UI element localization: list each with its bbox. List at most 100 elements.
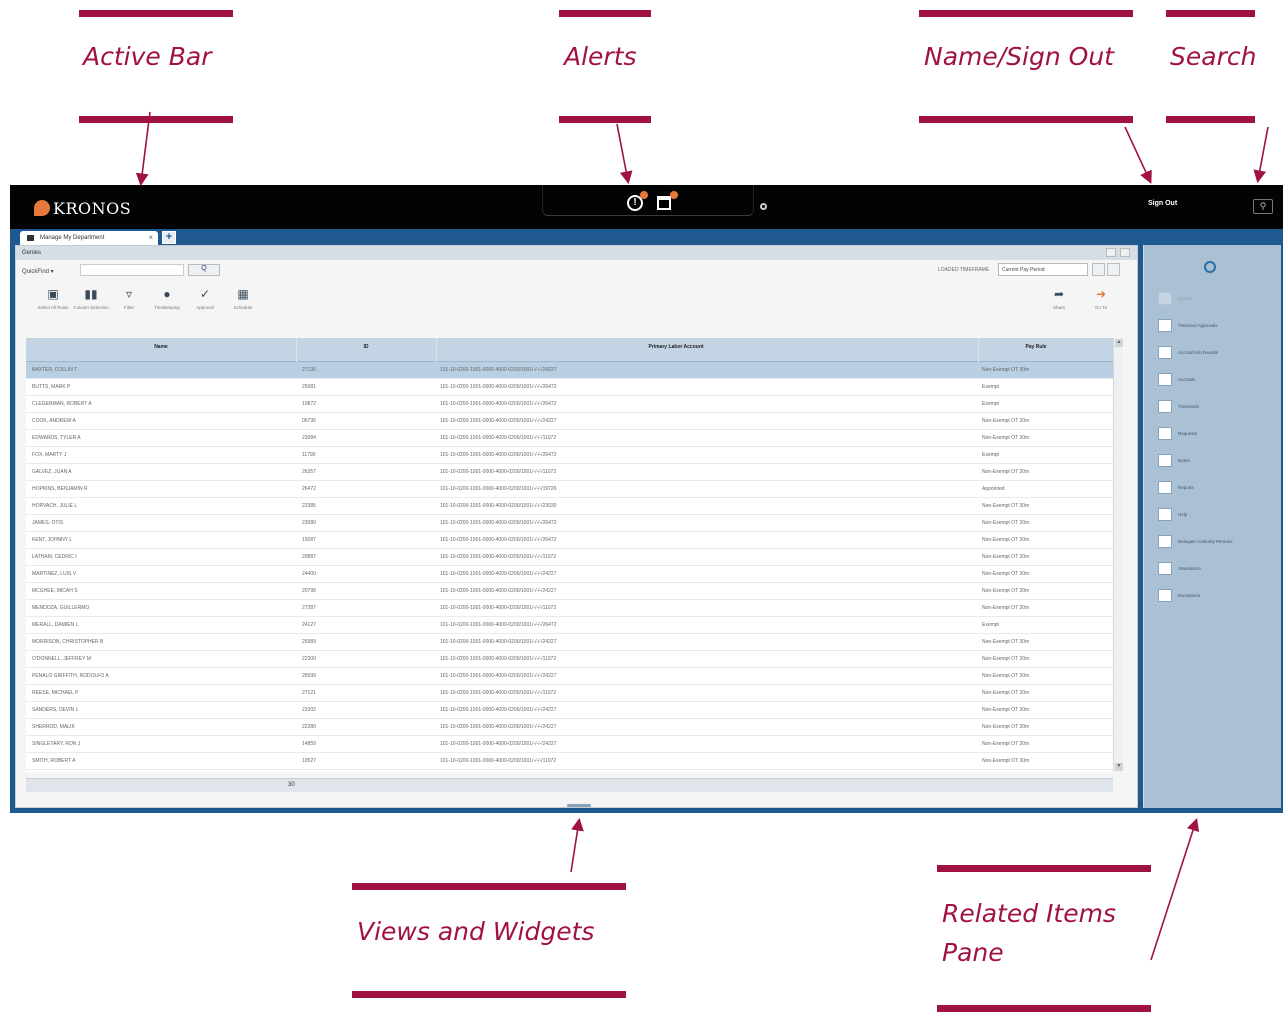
callout-related-items-pane: Pane	[942, 938, 1004, 967]
approval-button[interactable]: ✓ Approval	[186, 288, 224, 328]
table-row[interactable]: BUTTS, MARK P 25081 101-10-0200-1001-0000-…	[26, 379, 1113, 396]
timekeeping-button[interactable]: ● Timekeeping	[148, 288, 186, 328]
table-row[interactable]: MARTINEZ, LUIS V 24400 101-10-0200-1001-00…	[26, 566, 1113, 583]
schedule-button[interactable]: ▦ Schedule	[224, 288, 262, 328]
table-row[interactable]: MORRISON, CHRISTOPHER B 26989 101-10-0200-…	[26, 634, 1113, 651]
cell-id: 26472	[302, 486, 316, 492]
table-row[interactable]: SINGLETARY, RON J 14859 101-10-0200-1001-0…	[26, 736, 1113, 753]
cell-name: REESE, MICHAEL P	[32, 690, 79, 696]
filter-button[interactable]: ▿ Filter	[110, 288, 148, 328]
table-row[interactable]: SHERROD, MALIK 22280 101-10-0200-1001-0000…	[26, 719, 1113, 736]
add-tab-button[interactable]: +	[162, 231, 176, 244]
callout-bar	[1166, 10, 1255, 17]
table-row[interactable]: CLEGERMAN, ROBERT A 10872 101-10-0200-1001…	[26, 396, 1113, 413]
tab-manage-my-department[interactable]: Manage My Department ×	[20, 231, 158, 246]
cell-pay-rule: Non-Exempt OT 30m	[982, 537, 1030, 543]
close-tab-icon[interactable]: ×	[148, 233, 153, 242]
panel-maximize-button[interactable]	[1106, 248, 1116, 257]
table-scrollbar[interactable]: ▲ ▼	[1113, 338, 1123, 772]
column-header-id[interactable]: ID	[296, 338, 436, 362]
arrow-views-widgets	[570, 817, 584, 873]
share-button[interactable]: ➦ Share	[1040, 288, 1078, 328]
cell-name: MARTINEZ, LUIS V	[32, 571, 77, 577]
related-item-label: Genies	[1178, 296, 1193, 301]
panel-close-button[interactable]	[1120, 248, 1130, 257]
cell-id: 25081	[302, 384, 316, 390]
table-row[interactable]: HOPKINS, BENJAMIN R 26472 101-10-0200-1001…	[26, 481, 1113, 498]
timeframe-select[interactable]: Current Pay Period	[998, 263, 1088, 276]
table-row[interactable]: COOK, ANDREW A 06736 101-10-0200-1001-0000…	[26, 413, 1113, 430]
callout-bar	[919, 10, 1133, 17]
tab-strip: Manage My Department × +	[10, 229, 1283, 246]
cell-primary-labor-account: 101-10-0200-1001-0000-4000-0200/1001/-/-…	[440, 588, 557, 594]
cell-name: SANDERS, DEVIN L	[32, 707, 79, 713]
callout-bar	[937, 1005, 1151, 1012]
table-row[interactable]: LATHAM, CEDRIC I 20887 101-10-0200-1001-00…	[26, 549, 1113, 566]
select-all-icon: ▣	[47, 287, 59, 301]
globe-icon	[1204, 261, 1216, 273]
column-header-pay-rule[interactable]: Pay Rule	[976, 338, 1096, 362]
table-row[interactable]: BAXTER, COLLIN T 27135 101-10-0200-1001-00…	[26, 362, 1113, 379]
table-row[interactable]: MCGHEE, MICAH S 20798 101-10-0200-1001-000…	[26, 583, 1113, 600]
arrow-alerts	[616, 123, 633, 185]
timeframe-refresh-button[interactable]	[1092, 263, 1105, 276]
table-row[interactable]: EDWARDS, TYLER A 23084 101-10-0200-1001-00…	[26, 430, 1113, 447]
cell-id: 20798	[302, 588, 316, 594]
tool-label: Go To	[1095, 305, 1107, 310]
filter-icon: ▿	[125, 287, 133, 301]
table-row[interactable]: HORVACH, JULIE L 22385 101-10-0200-1001-00…	[26, 498, 1113, 515]
calendar-alert-icon[interactable]	[657, 196, 671, 210]
cell-name: HOPKINS, BENJAMIN R	[32, 486, 88, 492]
table-row[interactable]: MERALL, DAMIEN L 24127 101-10-0200-1001-00…	[26, 617, 1113, 634]
callout-bar	[352, 991, 626, 998]
cell-pay-rule: Exempt	[982, 452, 999, 458]
cell-id: 24400	[302, 571, 316, 577]
cell-pay-rule: Exempt	[982, 622, 999, 628]
kronos-logo: KRONOS	[34, 197, 131, 219]
related-item-icon	[1158, 319, 1172, 332]
callout-bar	[79, 116, 233, 123]
table-row[interactable]: O'DONNELL, JEFFREY M 22300 101-10-0200-100…	[26, 651, 1113, 668]
quickfind-search-input[interactable]	[80, 264, 184, 276]
gear-icon[interactable]	[760, 203, 767, 210]
cell-pay-rule: Appointed	[982, 486, 1005, 492]
table-row[interactable]: SANDERS, DEVIN L 23302 101-10-0200-1001-00…	[26, 702, 1113, 719]
cell-pay-rule: Non-Exempt OT 30m	[982, 758, 1030, 764]
row-count: 30	[288, 782, 295, 788]
select-all-rows-button[interactable]: ▣ Select All Rows	[34, 288, 72, 328]
timeframe-calendar-button[interactable]	[1107, 263, 1120, 276]
global-search-button[interactable]: ⚲	[1253, 199, 1273, 214]
table-row[interactable]: MENDOZA, GUILLERMO 27287 101-10-0200-1001-…	[26, 600, 1113, 617]
column-selection-button[interactable]: ▮▮ Column Selection	[72, 288, 110, 328]
cell-name: CLEGERMAN, ROBERT A	[32, 401, 92, 407]
panel-resize-handle[interactable]	[567, 804, 591, 807]
table-row[interactable]: REESE, MICHAEL P 27121 101-10-0200-1001-00…	[26, 685, 1113, 702]
table-row[interactable]: GALVEZ, JUAN A 26357 101-10-0200-1001-0000…	[26, 464, 1113, 481]
timeframe-label: LOADED TIMEFRAME	[938, 267, 990, 273]
cell-name: EDWARDS, TYLER A	[32, 435, 81, 441]
table-row[interactable]: KENT, JOHNNY L 19287 101-10-0200-1001-0000…	[26, 532, 1113, 549]
table-row[interactable]: PENALO GRIFFITH, RODOLFO A 26599 101-10-02…	[26, 668, 1113, 685]
scroll-up-icon[interactable]: ▲	[1115, 339, 1123, 347]
table-row[interactable]: SMITH, ROBERT A 10527 101-10-0200-1001-000…	[26, 753, 1113, 770]
cell-id: 14859	[302, 741, 316, 747]
sign-out-link[interactable]: Sign Out	[1148, 200, 1177, 207]
column-header-name[interactable]: Name	[26, 338, 296, 362]
tool-label: Filter	[124, 305, 134, 310]
callout-views-widgets: Views and Widgets	[357, 917, 595, 946]
go-to-button[interactable]: ➜ Go To	[1082, 288, 1120, 328]
table-row[interactable]: FOX, MARTY J 11790 101-10-0200-1001-0000-4…	[26, 447, 1113, 464]
cell-pay-rule: Exempt	[982, 384, 999, 390]
related-item-icon	[1158, 481, 1172, 494]
scroll-down-icon[interactable]: ▼	[1115, 763, 1123, 771]
quickfind-search-button[interactable]: Q	[188, 264, 220, 276]
cell-primary-labor-account: 101-10-0200-1001-0000-4000-0200/1001/-/-…	[440, 503, 557, 509]
related-item-icon	[1158, 454, 1172, 467]
column-header-primary-labor-account[interactable]: Primary Labor Account	[626, 338, 726, 362]
table-row[interactable]: JAMES, OTIS 23080 101-10-0200-1001-0000-40…	[26, 515, 1113, 532]
quickfind-dropdown[interactable]: QuickFind ▾	[22, 268, 54, 275]
related-item-label: Accruals	[1178, 377, 1196, 382]
cell-pay-rule: Non-Exempt OT 30m	[982, 520, 1030, 526]
active-bar: KRONOS ! Sign Out ⚲	[10, 185, 1283, 229]
cell-primary-labor-account: 101-10-0200-1001-0000-4000-0200/1001/-/-…	[440, 656, 557, 662]
